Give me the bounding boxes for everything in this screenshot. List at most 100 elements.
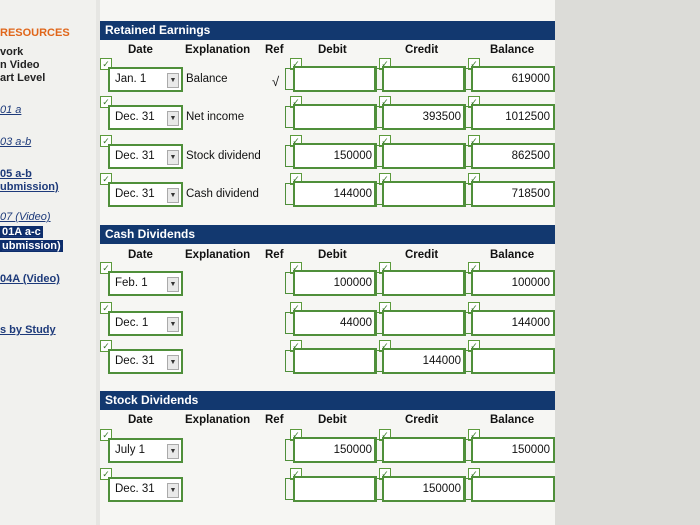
col-header-date: Date <box>128 44 153 56</box>
col-header-explanation: Explanation <box>185 249 251 261</box>
date-select[interactable]: Dec. 1 ▼ <box>108 311 183 336</box>
sidebar-link-01a-ac-label: 01A a-c <box>0 226 43 238</box>
field-connector <box>285 312 293 334</box>
date-select-value: Dec. 31 <box>115 150 155 162</box>
debit-field[interactable]: 44000 <box>293 310 377 336</box>
dropdown-arrow-icon[interactable]: ▼ <box>167 188 179 203</box>
debit-field[interactable]: 144000 <box>293 181 377 207</box>
date-select-value: Dec. 31 <box>115 111 155 123</box>
debit-field[interactable]: 100000 <box>293 270 377 296</box>
col-header-credit: Credit <box>405 249 439 261</box>
col-header-ref: Ref <box>265 249 284 261</box>
field-connector <box>285 478 293 500</box>
sidebar-link-05ab[interactable]: 05 a-b <box>0 168 32 180</box>
sidebar-link-by-study[interactable]: s by Study <box>0 324 56 336</box>
credit-field[interactable] <box>382 66 466 92</box>
sidebar-link-01a[interactable]: 01 a <box>0 104 21 116</box>
dropdown-arrow-icon[interactable]: ▼ <box>167 483 179 498</box>
balance-field[interactable]: 718500 <box>471 181 555 207</box>
sidebar: RESOURCES vork n Video art Level 01 a 03… <box>0 0 96 525</box>
field-connector <box>374 439 382 461</box>
credit-field[interactable] <box>382 143 466 169</box>
col-header-date: Date <box>128 249 153 261</box>
col-header-date: Date <box>128 414 153 426</box>
field-connector <box>285 106 293 128</box>
balance-field[interactable] <box>471 348 555 374</box>
sidebar-link-01a-submission[interactable]: ubmission) <box>0 240 63 252</box>
field-connector <box>374 350 382 372</box>
date-select[interactable]: Dec. 31 ▼ <box>108 349 183 374</box>
dropdown-arrow-icon[interactable]: ▼ <box>167 317 179 332</box>
col-header-credit: Credit <box>405 414 439 426</box>
field-connector <box>463 478 471 500</box>
sidebar-item-chart-level[interactable]: art Level <box>0 72 45 84</box>
date-select-value: Dec. 1 <box>115 317 149 329</box>
col-header-explanation: Explanation <box>185 44 251 56</box>
col-header-debit: Debit <box>318 414 347 426</box>
explanation-text: Stock dividend <box>186 150 261 162</box>
balance-field[interactable]: 100000 <box>471 270 555 296</box>
credit-field[interactable]: 144000 <box>382 348 466 374</box>
section-title: Retained Earnings <box>100 21 555 40</box>
date-select[interactable]: Dec. 31 ▼ <box>108 105 183 130</box>
field-connector <box>463 183 471 205</box>
credit-field[interactable]: 393500 <box>382 104 466 130</box>
sidebar-item-homework[interactable]: vork <box>0 46 23 58</box>
field-connector <box>463 350 471 372</box>
date-select[interactable]: Dec. 31 ▼ <box>108 144 183 169</box>
field-connector <box>463 68 471 90</box>
field-connector <box>285 439 293 461</box>
debit-field[interactable]: 150000 <box>293 143 377 169</box>
dropdown-arrow-icon[interactable]: ▼ <box>167 150 179 165</box>
debit-field[interactable] <box>293 476 377 502</box>
date-select-value: Dec. 31 <box>115 483 155 495</box>
credit-field[interactable] <box>382 181 466 207</box>
col-header-balance: Balance <box>490 414 535 426</box>
col-header-debit: Debit <box>318 44 347 56</box>
sidebar-item-video[interactable]: n Video <box>0 59 40 71</box>
field-connector <box>374 183 382 205</box>
field-connector <box>463 312 471 334</box>
balance-field[interactable] <box>471 476 555 502</box>
dropdown-arrow-icon[interactable]: ▼ <box>167 73 179 88</box>
dropdown-arrow-icon[interactable]: ▼ <box>167 277 179 292</box>
debit-field[interactable] <box>293 348 377 374</box>
field-connector <box>285 350 293 372</box>
date-select[interactable]: Feb. 1 ▼ <box>108 271 183 296</box>
sidebar-link-07-video[interactable]: 07 (Video) <box>0 211 51 223</box>
field-connector <box>285 272 293 294</box>
explanation-text: Balance <box>186 73 228 85</box>
balance-field[interactable]: 144000 <box>471 310 555 336</box>
dropdown-arrow-icon[interactable]: ▼ <box>167 355 179 370</box>
explanation-text: Cash dividend <box>186 188 259 200</box>
debit-field[interactable]: 150000 <box>293 437 377 463</box>
balance-field[interactable]: 150000 <box>471 437 555 463</box>
sidebar-link-04a-video[interactable]: 04A (Video) <box>0 273 60 285</box>
balance-field[interactable]: 619000 <box>471 66 555 92</box>
sidebar-link-05ab-submission[interactable]: ubmission) <box>0 181 59 193</box>
date-select[interactable]: July 1 ▼ <box>108 438 183 463</box>
date-select[interactable]: Dec. 31 ▼ <box>108 477 183 502</box>
credit-field[interactable]: 150000 <box>382 476 466 502</box>
ref-posting-mark: √ <box>272 74 280 89</box>
credit-field[interactable] <box>382 437 466 463</box>
sidebar-link-01a-ac[interactable]: 01A a-c <box>0 226 43 238</box>
debit-field[interactable] <box>293 66 377 92</box>
field-connector <box>374 145 382 167</box>
date-select[interactable]: Dec. 31 ▼ <box>108 182 183 207</box>
field-connector <box>374 478 382 500</box>
dropdown-arrow-icon[interactable]: ▼ <box>167 444 179 459</box>
date-select[interactable]: Jan. 1 ▼ <box>108 67 183 92</box>
field-connector <box>285 68 293 90</box>
balance-field[interactable]: 862500 <box>471 143 555 169</box>
credit-field[interactable] <box>382 310 466 336</box>
debit-field[interactable] <box>293 104 377 130</box>
col-header-balance: Balance <box>490 249 535 261</box>
explanation-text: Net income <box>186 111 245 123</box>
sidebar-link-03ab[interactable]: 03 a-b <box>0 136 31 148</box>
credit-field[interactable] <box>382 270 466 296</box>
field-connector <box>374 312 382 334</box>
balance-field[interactable]: 1012500 <box>471 104 555 130</box>
date-select-value: July 1 <box>115 444 146 456</box>
dropdown-arrow-icon[interactable]: ▼ <box>167 111 179 126</box>
